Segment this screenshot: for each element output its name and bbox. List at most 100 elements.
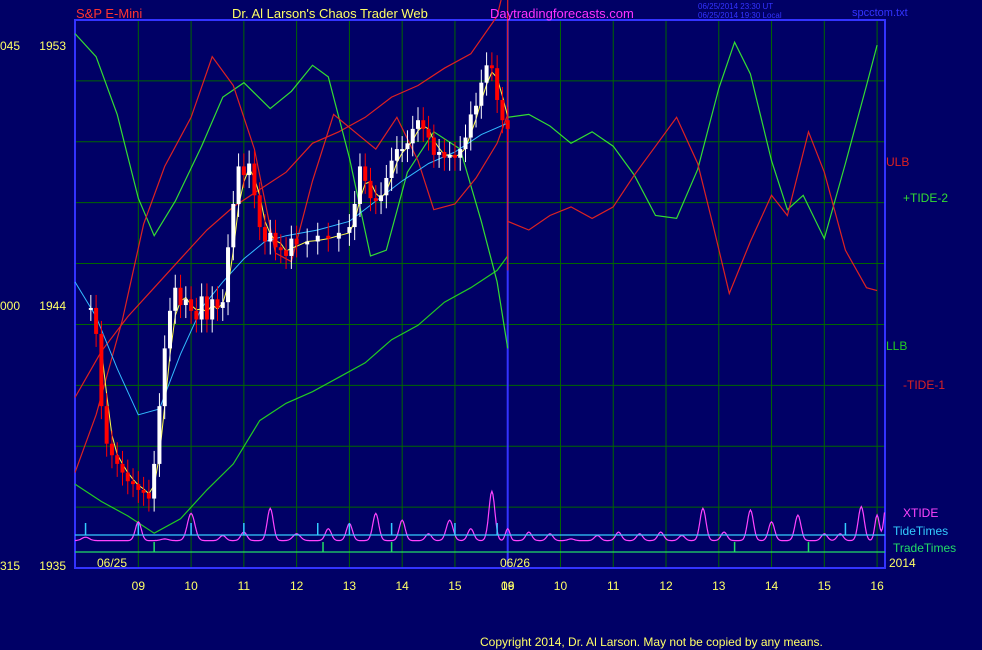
label-trade-times: TradeTimes bbox=[893, 541, 956, 555]
price-body-57 bbox=[415, 120, 420, 129]
price-body-51 bbox=[384, 177, 389, 196]
x-tick-label-3: 12 bbox=[290, 579, 304, 593]
price-body-35 bbox=[273, 232, 278, 248]
x-tick-label-1: 10 bbox=[184, 579, 198, 593]
price-body-49 bbox=[373, 198, 378, 202]
x-tick-label-11: 12 bbox=[659, 579, 673, 593]
x-tick-label-9: 10 bbox=[554, 579, 568, 593]
x-tick-label-0: 09 bbox=[132, 579, 146, 593]
author-title: Dr. Al Larson's Chaos Trader Web bbox=[232, 6, 428, 21]
price-body-18 bbox=[183, 299, 188, 306]
price-body-52 bbox=[389, 160, 394, 178]
label-tide-plus: +TIDE-2 bbox=[903, 191, 948, 205]
price-body-73 bbox=[500, 99, 505, 121]
label-tide-minus: -TIDE-1 bbox=[903, 378, 945, 392]
price-body-63 bbox=[447, 154, 452, 158]
price-body-3 bbox=[104, 406, 109, 444]
price-body-15 bbox=[167, 310, 172, 349]
price-body-56 bbox=[410, 128, 415, 144]
price-body-27 bbox=[231, 203, 236, 248]
price-body-66 bbox=[463, 137, 468, 150]
x-tick-label-5: 14 bbox=[395, 579, 409, 593]
price-body-62 bbox=[442, 151, 447, 158]
price-body-60 bbox=[431, 137, 436, 155]
price-body-2 bbox=[99, 333, 104, 407]
price-body-40 bbox=[305, 241, 310, 245]
price-body-61 bbox=[437, 151, 442, 155]
price-body-19 bbox=[189, 299, 194, 311]
label-tide-times: TideTimes bbox=[893, 524, 948, 538]
y-tick-label-1: 1944 bbox=[39, 299, 66, 313]
price-body-7 bbox=[125, 472, 130, 482]
price-body-14 bbox=[162, 348, 167, 407]
price-body-1 bbox=[94, 307, 99, 334]
x-tick-label-4: 13 bbox=[343, 579, 357, 593]
price-body-6 bbox=[120, 463, 125, 473]
price-body-72 bbox=[495, 68, 500, 100]
y-tick-label-0: 1953 bbox=[39, 39, 66, 53]
price-body-55 bbox=[405, 143, 410, 150]
price-body-69 bbox=[479, 82, 484, 106]
price-body-22 bbox=[204, 296, 209, 320]
y-tick-pre-2: 315 bbox=[0, 559, 20, 573]
price-body-26 bbox=[226, 247, 231, 303]
stamp-line-1: 06/25/2014 23:30 UT bbox=[698, 2, 773, 11]
price-body-50 bbox=[379, 195, 384, 202]
y-tick-pre-0: 045 bbox=[0, 39, 20, 53]
price-body-58 bbox=[421, 120, 426, 129]
price-body-41 bbox=[315, 235, 320, 242]
price-body-71 bbox=[489, 65, 494, 69]
x-tick-label-2: 11 bbox=[238, 579, 251, 593]
label-llb: LLB bbox=[886, 339, 907, 353]
price-body-37 bbox=[284, 250, 289, 256]
price-body-48 bbox=[368, 180, 373, 199]
x-tick-label-14: 15 bbox=[818, 579, 832, 593]
price-body-8 bbox=[131, 481, 136, 485]
price-body-38 bbox=[289, 238, 294, 256]
price-body-54 bbox=[400, 149, 405, 152]
price-body-68 bbox=[474, 105, 479, 115]
price-body-42 bbox=[326, 235, 331, 239]
price-body-67 bbox=[468, 114, 473, 138]
price-body-21 bbox=[199, 296, 204, 320]
price-body-36 bbox=[278, 247, 283, 251]
copyright: Copyright 2014, Dr. Al Larson. May not b… bbox=[480, 635, 823, 649]
price-body-5 bbox=[115, 455, 120, 464]
price-body-23 bbox=[210, 299, 215, 320]
price-body-53 bbox=[394, 149, 399, 161]
price-body-34 bbox=[268, 232, 273, 242]
label-xtide: XTIDE bbox=[903, 506, 938, 520]
price-body-46 bbox=[357, 166, 362, 204]
price-body-47 bbox=[363, 166, 368, 181]
price-body-39 bbox=[294, 238, 299, 245]
price-body-30 bbox=[247, 163, 252, 176]
y-tick-label-2: 1935 bbox=[39, 559, 66, 573]
x-tick-label-12: 13 bbox=[712, 579, 726, 593]
date-label-1: 06/26 bbox=[500, 556, 530, 570]
price-body-25 bbox=[220, 302, 225, 308]
price-body-33 bbox=[262, 227, 267, 242]
instrument-title: S&P E-Mini bbox=[76, 6, 142, 21]
label-ulb: ULB bbox=[886, 155, 909, 169]
price-body-70 bbox=[484, 65, 489, 83]
price-body-65 bbox=[458, 149, 463, 158]
price-body-45 bbox=[352, 203, 357, 228]
date-label-0: 06/25 bbox=[97, 556, 127, 570]
price-body-31 bbox=[252, 163, 257, 196]
price-body-64 bbox=[452, 154, 457, 158]
price-body-17 bbox=[178, 287, 183, 306]
price-body-0 bbox=[88, 307, 93, 310]
x-tick-label-6: 15 bbox=[448, 579, 462, 593]
price-body-13 bbox=[157, 406, 162, 464]
price-body-11 bbox=[146, 492, 151, 499]
site-title: Daytradingforecasts.com bbox=[490, 6, 634, 21]
price-body-43 bbox=[336, 232, 341, 239]
price-body-12 bbox=[152, 463, 157, 499]
file-name: spcctom.txt bbox=[852, 7, 908, 19]
x-tick-label-13: 14 bbox=[765, 579, 779, 593]
price-body-16 bbox=[173, 287, 178, 311]
price-body-59 bbox=[426, 128, 431, 138]
price-body-44 bbox=[347, 227, 352, 233]
price-body-20 bbox=[194, 310, 199, 320]
price-body-9 bbox=[136, 484, 141, 490]
